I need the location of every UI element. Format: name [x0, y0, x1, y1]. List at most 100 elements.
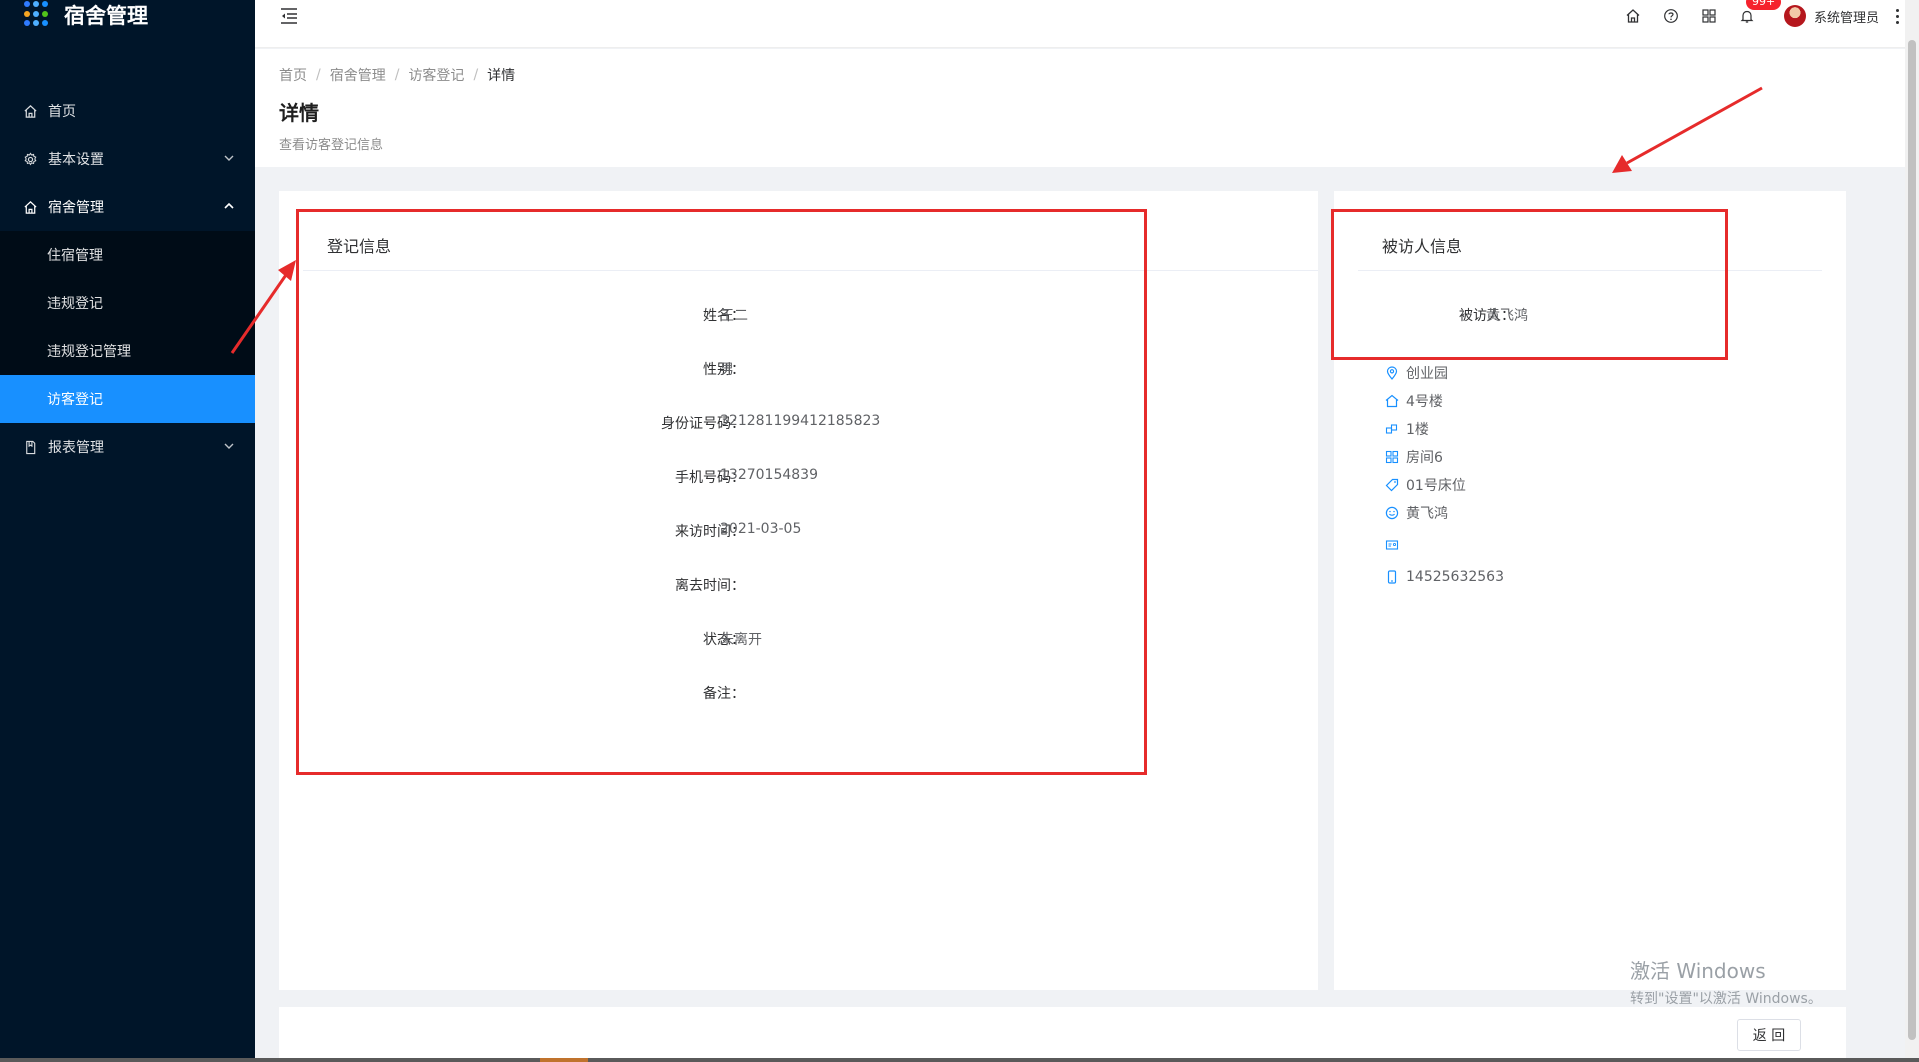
sidebar-item-basic-settings[interactable]: 基本设置 — [0, 135, 255, 183]
page-header: 首页 / 宿舍管理 / 访客登记 / 详情 详情 查看访客登记信息 — [255, 49, 1905, 167]
field-value: 王二 — [720, 308, 748, 324]
detail-id-card — [1384, 531, 1504, 559]
user-menu[interactable]: 系统管理员 — [1783, 5, 1879, 27]
breadcrumb-item[interactable]: 首页 — [279, 65, 307, 85]
notification-badge: 99+ — [1745, 0, 1782, 10]
notification-button[interactable]: 99+ — [1728, 0, 1782, 32]
sidebar-item-label: 违规登记管理 — [47, 344, 131, 360]
breadcrumb: 首页 / 宿舍管理 / 访客登记 / 详情 — [279, 65, 1881, 85]
field-value: 未离开 — [720, 632, 762, 648]
field-value: 2021-03-05 — [720, 521, 802, 537]
sidebar-item-label: 访客登记 — [47, 392, 103, 408]
sidebar-item-label: 宿舍管理 — [48, 200, 104, 216]
field-value: 321281199412185823 — [720, 413, 881, 429]
field-name: 姓名： 王二 — [279, 305, 1318, 325]
apps-grid-icon — [24, 1, 50, 27]
watermark-title: 激活 Windows — [1630, 959, 1766, 983]
avatar — [1783, 5, 1806, 27]
smile-icon — [1384, 505, 1400, 521]
sidebar-item-reports[interactable]: 报表管理 — [0, 423, 255, 471]
breadcrumb-current: 详情 — [487, 68, 516, 84]
watermark-subtitle: 转到"设置"以激活 Windows。 — [1630, 991, 1822, 1007]
more-vertical-icon[interactable] — [1889, 8, 1905, 24]
chevron-up-icon — [224, 202, 234, 209]
scroll-thumb[interactable] — [1908, 40, 1916, 1040]
detail-text: 14525632563 — [1406, 569, 1504, 585]
room-icon — [1384, 449, 1400, 465]
field-label: 离去时间： — [675, 578, 745, 594]
detail-room: 房间6 — [1384, 443, 1504, 471]
sidebar-item-label: 基本设置 — [48, 152, 104, 168]
chevron-down-icon — [224, 155, 234, 161]
taskbar-edge — [0, 1058, 1919, 1062]
card-title: 登记信息 — [327, 237, 392, 256]
app-title: 宿舍管理 — [64, 4, 148, 28]
detail-bed: 01号床位 — [1384, 471, 1504, 499]
sidebar-item-label: 违规登记 — [47, 296, 103, 312]
sidebar-item-label: 住宿管理 — [47, 248, 103, 264]
detail-text: 01号床位 — [1406, 478, 1466, 494]
home-icon[interactable] — [1614, 0, 1652, 32]
gear-icon — [22, 151, 38, 167]
page-description: 查看访客登记信息 — [279, 138, 384, 153]
sidebar-item-home[interactable]: 首页 — [0, 87, 255, 135]
page-title: 详情 — [279, 101, 319, 125]
home-icon — [22, 103, 38, 119]
visitee-card: 被访人信息 被访人： 黄飞鸿 创业园 4号楼 1楼 房间6 01号床位 黄飞鸿 … — [1334, 191, 1846, 990]
bell-icon — [1740, 10, 1754, 23]
sidebar: 宿舍管理 首页 基本设置 宿舍管理 住宿管理 违规登记 违规登记管理 访客登记 … — [0, 0, 255, 1062]
registration-card: 登记信息 姓名： 王二 性别： 男 身份证号码： 321281199412185… — [279, 191, 1318, 990]
field-remark: 备注： — [279, 683, 1318, 703]
card-title: 被访人信息 — [1382, 237, 1463, 256]
breadcrumb-item[interactable]: 宿舍管理 — [330, 65, 386, 85]
sidebar-item-violation-management[interactable]: 违规登记管理 — [0, 327, 255, 375]
user-name: 系统管理员 — [1813, 10, 1879, 26]
phone-icon — [1384, 569, 1400, 585]
sidebar-item-label: 首页 — [48, 104, 76, 120]
help-icon[interactable] — [1652, 0, 1690, 32]
breadcrumb-item[interactable]: 访客登记 — [408, 65, 464, 85]
detail-text: 房间6 — [1406, 450, 1443, 466]
header-actions: 99+ 系统管理员 — [1614, 0, 1919, 32]
divider — [1358, 270, 1822, 271]
breadcrumb-separator: / — [394, 67, 400, 83]
detail-text: 1楼 — [1406, 422, 1429, 438]
sidebar-item-dorm-management[interactable]: 宿舍管理 — [0, 183, 255, 231]
detail-floor: 1楼 — [1384, 415, 1504, 443]
top-header: 99+ 系统管理员 — [255, 0, 1919, 48]
field-visit-time: 来访时间： 2021-03-05 — [279, 521, 1318, 541]
divider — [303, 270, 1318, 271]
breadcrumb-separator: / — [473, 67, 479, 83]
field-status: 状态： 未离开 — [279, 629, 1318, 649]
field-value: 黄飞鸿 — [1486, 308, 1528, 324]
detail-building: 4号楼 — [1384, 387, 1504, 415]
windows-activation-watermark: 激活 Windows 转到"设置"以激活 Windows。 — [1630, 955, 1822, 1008]
submenu-dorm: 住宿管理 违规登记 违规登记管理 访客登记 — [0, 231, 255, 423]
sidebar-menu: 首页 基本设置 宿舍管理 住宿管理 违规登记 违规登记管理 访客登记 报表管理 — [0, 87, 255, 471]
field-value: 男 — [720, 362, 734, 378]
back-button[interactable]: 返 回 — [1737, 1019, 1801, 1051]
apps-icon[interactable] — [1690, 0, 1728, 32]
tag-icon — [1384, 477, 1400, 493]
field-phone: 手机号码： 13270154839 — [279, 467, 1318, 487]
sidebar-item-label: 报表管理 — [48, 440, 104, 456]
sidebar-item-accommodation[interactable]: 住宿管理 — [0, 231, 255, 279]
breadcrumb-separator: / — [316, 67, 321, 83]
detail-text: 黄飞鸿 — [1406, 506, 1448, 522]
vertical-scrollbar[interactable] — [1905, 0, 1919, 1062]
field-id-number: 身份证号码： 321281199412185823 — [279, 413, 1318, 433]
id-card-icon — [1384, 537, 1400, 553]
location-icon — [1384, 365, 1400, 381]
field-gender: 性别： 男 — [279, 359, 1318, 379]
logo[interactable]: 宿舍管理 — [0, 0, 255, 40]
home-icon — [22, 199, 38, 215]
floor-icon — [1384, 421, 1400, 437]
sidebar-item-visitor-register[interactable]: 访客登记 — [0, 375, 255, 423]
field-label: 备注： — [703, 686, 745, 702]
visitee-details: 创业园 4号楼 1楼 房间6 01号床位 黄飞鸿 14525632563 — [1384, 359, 1504, 591]
menu-fold-icon[interactable] — [279, 6, 299, 26]
footer-toolbar: 返 回 — [279, 1007, 1846, 1062]
chevron-down-icon — [224, 443, 234, 449]
sidebar-item-violation-register[interactable]: 违规登记 — [0, 279, 255, 327]
field-value: 13270154839 — [720, 467, 818, 483]
